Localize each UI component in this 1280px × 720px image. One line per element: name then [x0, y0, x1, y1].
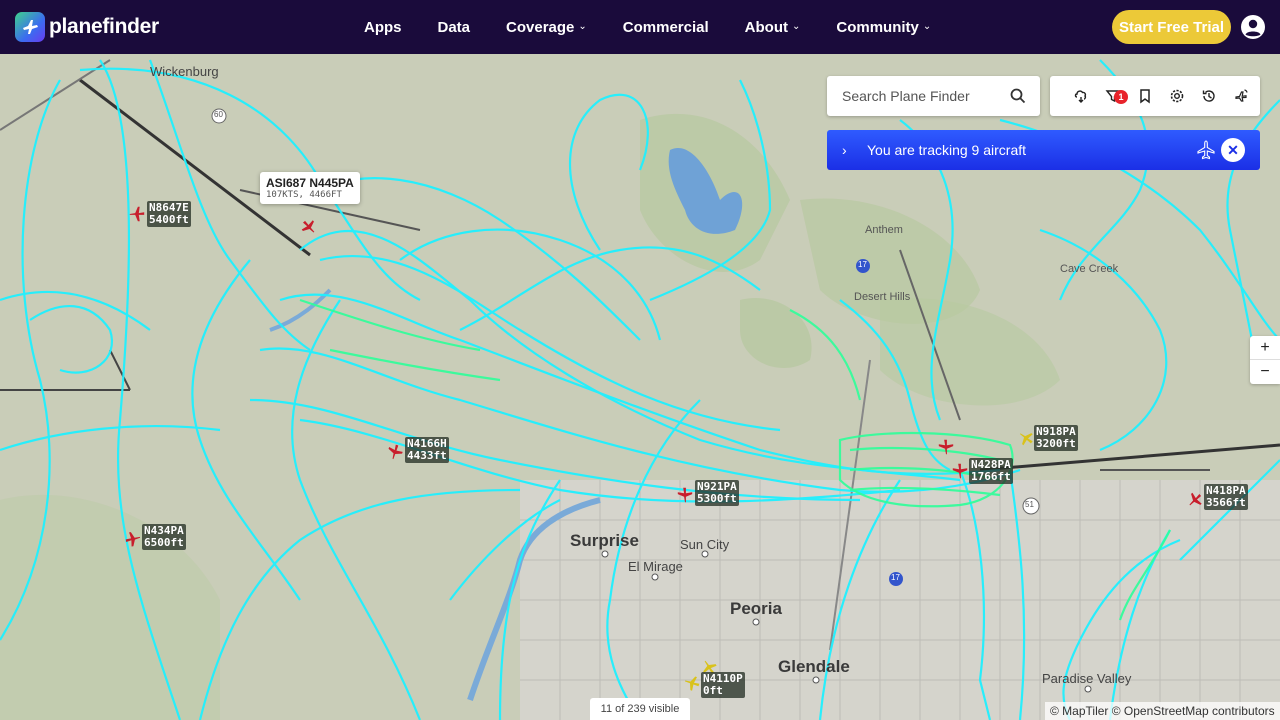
close-icon[interactable]: ✕	[1221, 138, 1245, 162]
aircraft-altitude: 6500ft	[144, 536, 184, 549]
aircraft-icon[interactable]	[128, 205, 146, 223]
route-shield-label: 17	[858, 260, 867, 269]
nav-community[interactable]: Community ⌄	[836, 19, 931, 36]
tracking-banner[interactable]: › You are tracking 9 aircraft ✕	[827, 130, 1260, 170]
chevron-down-icon: ⌄	[578, 20, 587, 32]
aircraft-altitude: 5400ft	[149, 213, 189, 226]
aircraft-icon[interactable]	[124, 530, 142, 548]
aircraft-icon[interactable]	[951, 462, 969, 480]
place-label: Desert Hills	[854, 291, 911, 303]
search-box	[827, 76, 1040, 116]
aircraft-label[interactable]: N428PA 1766ft	[969, 458, 1013, 484]
airplane-icon	[1197, 140, 1215, 160]
aircraft-icon[interactable]	[676, 486, 694, 504]
route-shield-label: 60	[214, 110, 223, 119]
nav-commercial-label: Commercial	[622, 18, 709, 36]
map-attribution[interactable]: © MapTiler © OpenStreetMap contributors	[1045, 702, 1280, 720]
brand-name: planefinder	[49, 15, 159, 38]
place-label: Anthem	[865, 224, 903, 236]
search-icon[interactable]	[1010, 88, 1026, 104]
top-navigation-bar: planefinder Apps Data Coverage ⌄ Commerci…	[0, 0, 1280, 54]
visible-aircraft-count: 11 of 239 visible	[590, 698, 690, 720]
zoom-controls: + −	[1250, 336, 1280, 384]
map-toolbar: 1	[1050, 76, 1260, 116]
search-input[interactable]	[842, 88, 1002, 104]
user-account-icon[interactable]	[1241, 15, 1265, 39]
aircraft-altitude: 0ft	[703, 684, 723, 697]
place-label: Cave Creek	[1060, 263, 1119, 275]
nav-coverage[interactable]: Coverage ⌄	[506, 19, 587, 36]
chevron-down-icon: ⌄	[922, 20, 932, 32]
filter-icon[interactable]: 1	[1097, 76, 1129, 116]
chevron-down-icon: ⌄	[791, 20, 801, 32]
aircraft-label[interactable]: N918PA 3200ft	[1034, 425, 1078, 451]
start-free-trial-button[interactable]: Start Free Trial	[1112, 10, 1231, 44]
zoom-in-button[interactable]: +	[1250, 336, 1280, 360]
live-icon[interactable]	[1225, 76, 1257, 116]
nav-about[interactable]: About ⌄	[745, 19, 801, 36]
aircraft-label[interactable]: N8647E 5400ft	[147, 201, 191, 227]
nav-apps-label: Apps	[364, 18, 402, 36]
place-label: Peoria	[730, 599, 782, 618]
place-label: Surprise	[570, 531, 639, 550]
aircraft-icon[interactable]	[937, 438, 955, 456]
filter-count-badge: 1	[1114, 90, 1128, 104]
main-nav: Apps Data Coverage ⌄ Commercial About ⌄ Co…	[364, 0, 967, 54]
aircraft-label[interactable]: N921PA 5300ft	[695, 480, 739, 506]
place-label: Glendale	[778, 657, 850, 676]
bookmark-icon[interactable]	[1129, 76, 1161, 116]
tracking-text: You are tracking 9 aircraft	[867, 142, 1027, 158]
aircraft-label[interactable]: N4166H 4433ft	[405, 437, 449, 463]
zoom-out-button[interactable]: −	[1250, 360, 1280, 384]
aircraft-label[interactable]: N434PA 6500ft	[142, 524, 186, 550]
nav-data-label: Data	[437, 18, 471, 36]
aircraft-icon[interactable]	[386, 443, 404, 461]
nav-apps[interactable]: Apps	[364, 19, 402, 36]
aircraft-altitude: 4433ft	[407, 449, 447, 462]
aircraft-altitude: 3200ft	[1036, 437, 1076, 450]
route-shield-label: 17	[891, 573, 900, 582]
aircraft-altitude: 1766ft	[971, 470, 1011, 483]
nav-community-label: Community	[836, 18, 919, 36]
aircraft-icon[interactable]	[1186, 491, 1204, 509]
planefinder-logo[interactable]: planefinder	[15, 12, 159, 42]
chevron-right-icon[interactable]: ›	[842, 142, 854, 158]
nav-coverage-label: Coverage	[506, 18, 575, 36]
place-label: Sun City	[680, 537, 730, 552]
selected-aircraft-popup[interactable]: ASI687 N445PA 107KTS, 4466FT	[260, 172, 360, 204]
logo-plane-icon	[15, 12, 45, 42]
aircraft-icon[interactable]	[300, 218, 318, 236]
aircraft-icon[interactable]	[683, 674, 701, 692]
popup-title: ASI687 N445PA	[266, 176, 354, 190]
route-shield-label: 51	[1025, 500, 1034, 509]
aircraft-label[interactable]: N4110P 0ft	[701, 672, 745, 698]
nav-commercial[interactable]: Commercial	[623, 19, 709, 36]
place-label: El Mirage	[628, 559, 683, 574]
place-label: Paradise Valley	[1042, 671, 1132, 686]
settings-icon[interactable]	[1161, 76, 1193, 116]
aircraft-altitude: 5300ft	[697, 492, 737, 505]
nav-about-label: About	[744, 18, 788, 36]
history-icon[interactable]	[1193, 76, 1225, 116]
aircraft-label[interactable]: N418PA 3566ft	[1204, 484, 1248, 510]
weather-icon[interactable]	[1065, 76, 1097, 116]
aircraft-icon[interactable]	[1017, 429, 1035, 447]
popup-subtitle: 107KTS, 4466FT	[266, 190, 342, 200]
place-label: Wickenburg	[150, 64, 219, 79]
nav-data[interactable]: Data	[438, 19, 471, 36]
aircraft-altitude: 3566ft	[1206, 496, 1246, 509]
